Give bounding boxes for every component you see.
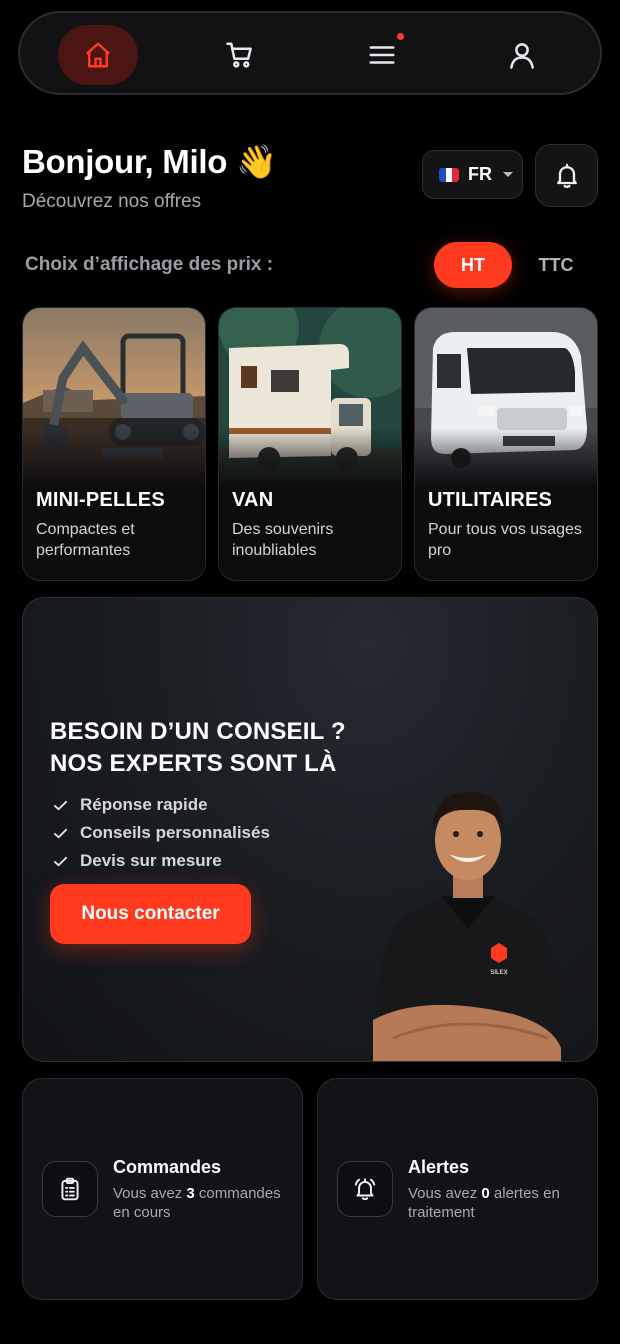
benefit-item: Devis sur mesure	[53, 847, 270, 875]
orders-card[interactable]: Commandes Vous avez 3 commandes en cours	[22, 1078, 303, 1300]
bell-icon	[556, 163, 577, 188]
category-card-utilitaires[interactable]: UTILITAIRES Pour tous vos usages pro	[414, 307, 598, 581]
alarm-bell-icon	[354, 1178, 376, 1201]
contact-button[interactable]: Nous contacter	[50, 884, 251, 944]
price-display-label: Choix d’affichage des prix :	[25, 254, 274, 275]
category-title: UTILITAIRES	[428, 489, 553, 511]
cart-icon	[226, 42, 252, 68]
orders-text: Vous avez 3 commandes en cours	[113, 1184, 288, 1222]
category-card-van[interactable]: VAN Des souvenirs inoubliables	[218, 307, 402, 581]
menu-icon	[369, 46, 395, 64]
category-title: MINI-PELLES	[36, 489, 165, 511]
mini-excavator-image	[23, 308, 205, 488]
benefit-item: Conseils personnalisés	[53, 819, 270, 847]
alerts-text-prefix: Vous avez	[408, 1185, 478, 1202]
alerts-count: 0	[481, 1185, 490, 1202]
bottom-nav-bar	[18, 11, 602, 95]
category-description: Pour tous vos usages pro	[428, 521, 582, 559]
advisor-title: BESOIN D’UN CONSEIL ? NOS EXPERTS SONT L…	[50, 716, 346, 780]
utility-van-image	[415, 308, 597, 488]
category-card-mini-pelles[interactable]: MINI-PELLES Compactes et performantes	[22, 307, 206, 581]
alerts-card[interactable]: Alertes Vous avez 0 alertes en traitemen…	[317, 1078, 598, 1300]
nav-home-button[interactable]	[58, 25, 138, 85]
category-description: Des souvenirs inoubliables	[232, 521, 334, 559]
notifications-button[interactable]	[535, 144, 598, 207]
user-icon	[510, 43, 534, 69]
check-icon	[53, 828, 68, 838]
alerts-icon-wrapper	[337, 1161, 393, 1217]
advisor-benefits-list: Réponse rapide Conseils personnalisés De…	[53, 791, 270, 875]
nav-menu-button[interactable]	[342, 25, 422, 85]
price-toggle-ht[interactable]: HT	[434, 242, 512, 288]
advisor-card: BESOIN D’UN CONSEIL ? NOS EXPERTS SONT L…	[22, 597, 598, 1062]
benefit-item: Réponse rapide	[53, 791, 270, 819]
language-selector[interactable]: FR	[422, 150, 523, 199]
alerts-title: Alertes	[408, 1157, 470, 1177]
advisor-photo: SILEX	[363, 788, 573, 1061]
caret-down-icon	[503, 172, 513, 177]
shirt-logo-text: SILEX	[490, 970, 507, 976]
benefit-label: Réponse rapide	[80, 795, 208, 814]
price-toggle-ttc[interactable]: TTC	[520, 242, 592, 288]
camper-van-image	[219, 308, 401, 488]
orders-icon-wrapper	[42, 1161, 98, 1217]
advisor-title-line1: BESOIN D’UN CONSEIL ?	[50, 718, 346, 745]
language-label: FR	[468, 164, 492, 184]
alerts-text: Vous avez 0 alertes en traitement	[408, 1184, 583, 1222]
nav-cart-button[interactable]	[200, 25, 280, 85]
check-icon	[53, 856, 68, 866]
orders-count: 3	[186, 1185, 195, 1202]
benefit-label: Conseils personnalisés	[80, 823, 270, 842]
flag-fr-icon	[439, 167, 459, 182]
greeting-subtitle: Découvrez nos offres	[22, 191, 202, 212]
notification-dot	[397, 33, 404, 40]
advisor-title-line2: NOS EXPERTS SONT LÀ	[50, 750, 337, 777]
nav-profile-button[interactable]	[482, 25, 562, 85]
orders-title: Commandes	[113, 1157, 222, 1177]
category-description: Compactes et performantes	[36, 521, 135, 559]
clipboard-icon	[61, 1177, 79, 1201]
orders-text-prefix: Vous avez	[113, 1185, 183, 1202]
greeting-title: Bonjour, Milo 👋	[22, 143, 277, 180]
check-icon	[53, 800, 68, 810]
category-title: VAN	[232, 489, 274, 511]
benefit-label: Devis sur mesure	[80, 851, 222, 870]
home-icon	[85, 42, 111, 68]
